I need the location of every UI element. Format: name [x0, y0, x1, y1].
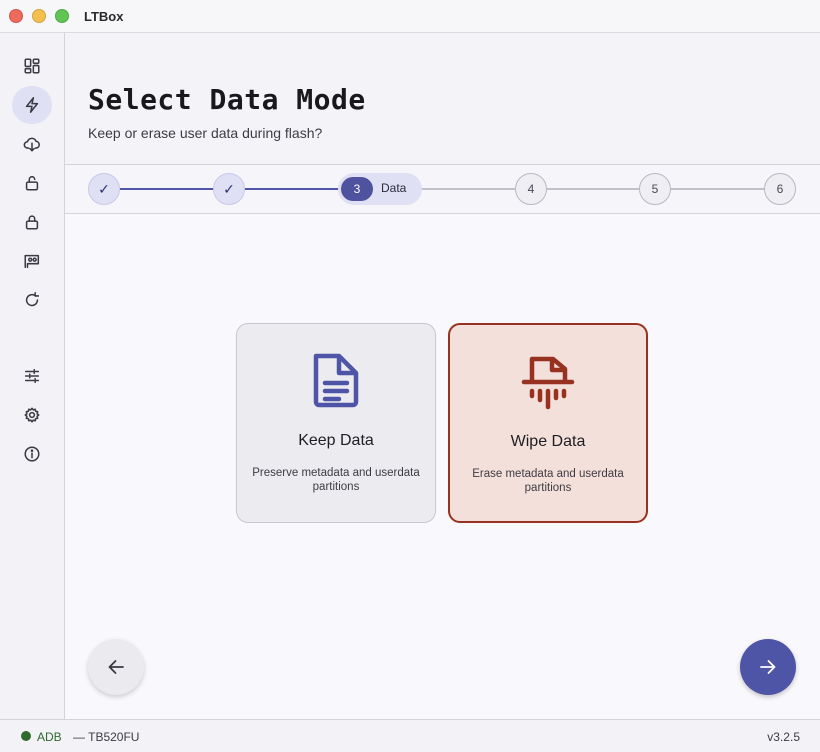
sidebar-item-dashboard[interactable] [12, 47, 52, 85]
keep-data-title: Keep Data [298, 432, 374, 449]
sliders-icon [24, 368, 40, 384]
lock-open-icon [25, 176, 39, 191]
sidebar-item-settings[interactable] [12, 396, 52, 434]
arrow-left-icon [108, 660, 124, 674]
dashboard-icon [24, 58, 40, 74]
page-subtitle: Keep or erase user data during flash? [88, 125, 323, 141]
sidebar-item-adjustments[interactable] [12, 357, 52, 395]
step-3-label: Data [381, 181, 407, 195]
keep-data-option[interactable]: Keep Data Preserve metadata and userdata… [236, 323, 436, 523]
wipe-data-description: Erase metadata and userdata partitions [472, 468, 624, 494]
device-name: — TB520FU [73, 730, 140, 744]
step-2-completed[interactable]: ✓ [213, 173, 245, 205]
app-title: LTBox [84, 9, 124, 24]
stepper-connector [547, 188, 639, 190]
shredder-icon [521, 356, 575, 410]
next-button[interactable] [740, 639, 796, 695]
page-header: Select Data Mode Keep or erase user data… [65, 33, 820, 165]
sidebar [0, 33, 65, 719]
app-version: v3.2.5 [767, 730, 800, 744]
stepper-connector [245, 188, 338, 190]
info-icon [24, 446, 40, 462]
cloud-download-icon [23, 137, 40, 152]
sidebar-item-hardware[interactable] [12, 242, 52, 280]
main-content: Keep Data Preserve metadata and userdata… [65, 214, 820, 719]
wipe-data-option[interactable]: Wipe Data Erase metadata and userdata pa… [448, 323, 648, 523]
arrow-right-icon [760, 660, 776, 674]
close-window-button[interactable] [9, 9, 23, 23]
sidebar-item-unlock[interactable] [12, 164, 52, 202]
maximize-window-button[interactable] [55, 9, 69, 23]
stepper-connector [422, 188, 515, 190]
minimize-window-button[interactable] [32, 9, 46, 23]
page-title: Select Data Mode [88, 83, 366, 116]
lock-icon [25, 215, 39, 230]
keep-data-description: Preserve metadata and userdata partition… [252, 467, 420, 493]
document-icon [313, 353, 359, 408]
back-button[interactable] [88, 639, 144, 695]
chip-icon [24, 254, 40, 269]
step-4: 4 [515, 173, 547, 205]
flash-icon [25, 97, 39, 113]
gear-icon [24, 407, 40, 423]
progress-stepper: ✓ ✓ 3 Data 4 5 6 [65, 165, 820, 214]
step-1-completed[interactable]: ✓ [88, 173, 120, 205]
sidebar-item-refresh[interactable] [12, 281, 52, 319]
wipe-data-title: Wipe Data [510, 433, 586, 450]
sidebar-item-about[interactable] [12, 435, 52, 473]
stepper-connector [120, 188, 213, 190]
stepper-connector [671, 188, 764, 190]
refresh-icon [25, 292, 40, 307]
step-5: 5 [639, 173, 671, 205]
connection-status-dot [21, 731, 31, 741]
sidebar-item-lock[interactable] [12, 203, 52, 241]
step-3-current: 3 Data [338, 173, 422, 205]
title-bar: LTBox [0, 0, 820, 33]
sidebar-item-flash[interactable] [12, 86, 52, 124]
sidebar-item-download[interactable] [12, 125, 52, 163]
connection-mode: ADB [37, 730, 62, 744]
step-6: 6 [764, 173, 796, 205]
step-3-number: 3 [341, 177, 373, 201]
status-bar: ADB — TB520FU v3.2.5 [0, 719, 820, 752]
